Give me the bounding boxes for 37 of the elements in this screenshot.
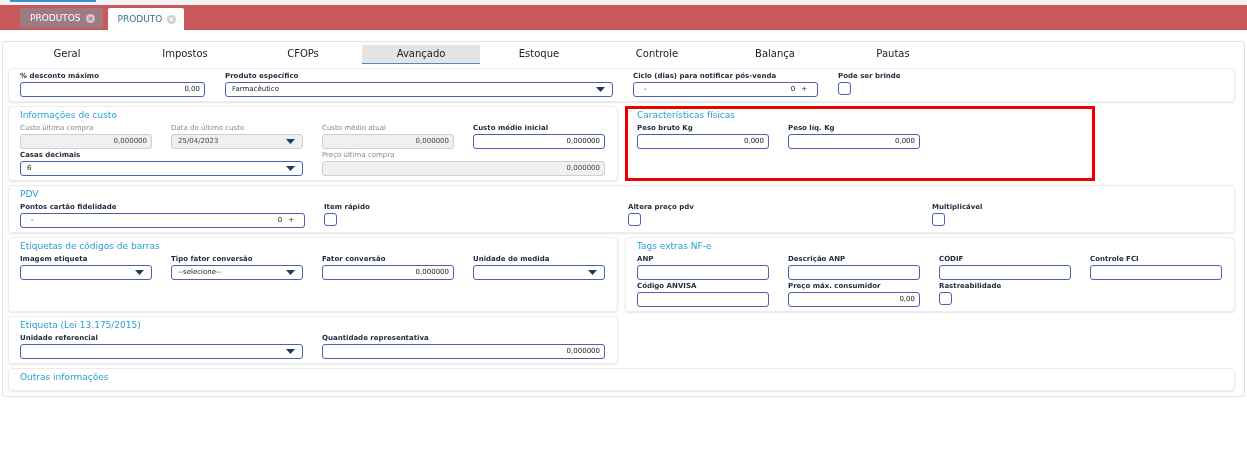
caret-icon[interactable] [595,87,605,92]
section-title: Etiqueta (Lei 13.175/2015) [20,320,142,330]
input-field[interactable] [788,265,920,280]
app-tab[interactable]: PRODUTOS [20,8,103,28]
checkbox[interactable] [932,213,945,226]
checkbox[interactable] [838,82,851,95]
caret-icon[interactable] [285,270,295,275]
form-tab[interactable]: Balança [716,45,834,64]
caret-icon[interactable] [285,349,295,354]
form-tab[interactable]: CFOPs [244,45,362,64]
input-field[interactable] [939,265,1071,280]
caret-icon[interactable] [587,270,597,275]
app-tab[interactable]: PRODUTO [107,8,185,30]
form-tab[interactable]: Avançado [362,45,480,64]
caret-icon[interactable] [285,166,295,171]
form-tab[interactable]: Pautas [834,45,952,64]
section-title: Outras informações [20,372,110,382]
form-tab[interactable]: Controle [598,45,716,64]
checkbox[interactable] [628,213,641,226]
section-title: Etiquetas de códigos de barras [20,241,161,251]
caret-icon[interactable] [285,139,295,144]
form-tab[interactable]: Geral [8,45,126,64]
section-title: Informações de custo [20,110,118,120]
checkbox[interactable] [324,213,337,226]
select-field[interactable] [20,344,303,359]
select-field[interactable] [20,265,152,280]
section-title: PDV [20,189,40,199]
form-tab[interactable]: Estoque [480,45,598,64]
caret-icon[interactable] [134,270,144,275]
input-field[interactable] [637,292,769,307]
section-title: Tags extras NF-e [637,241,713,251]
input-field[interactable] [1090,265,1222,280]
section-title: Características físicas [637,110,736,120]
input-field[interactable] [637,265,769,280]
checkbox[interactable] [939,292,952,305]
form-tab[interactable]: Impostos [126,45,244,64]
select-field[interactable] [473,265,605,280]
